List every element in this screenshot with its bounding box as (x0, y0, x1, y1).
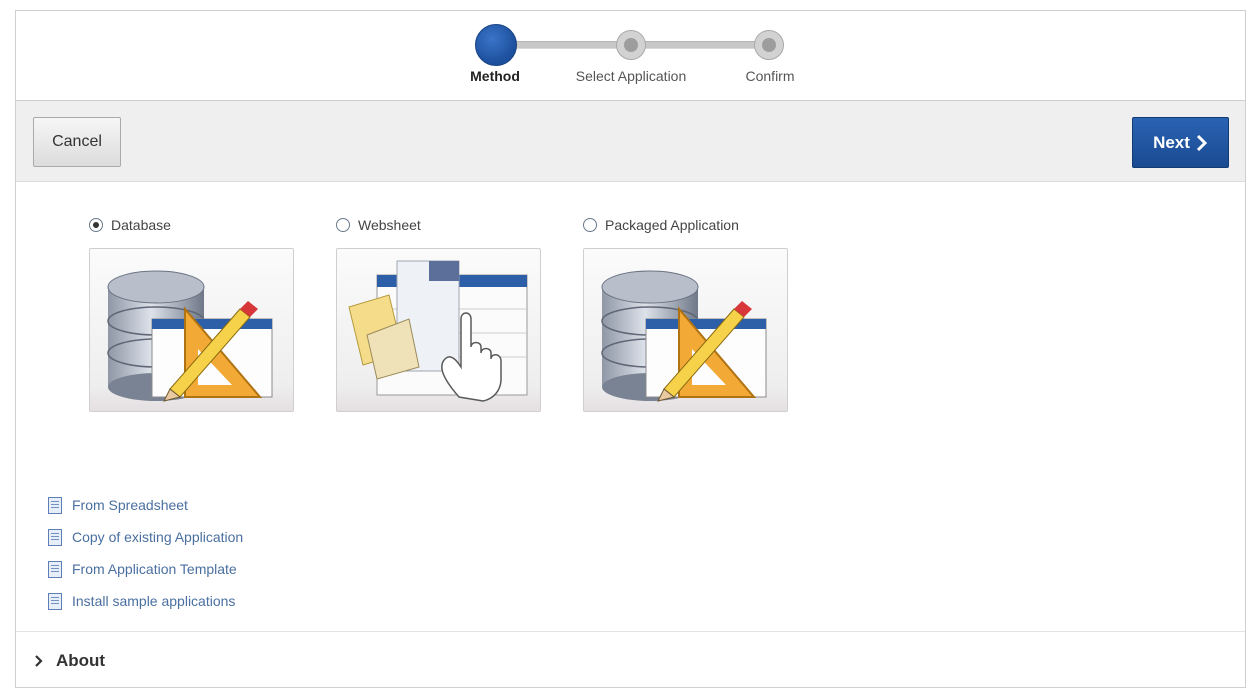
link-copy-existing-application[interactable]: Copy of existing Application (48, 521, 243, 553)
websheet-icon (348, 260, 528, 402)
websheet-radio[interactable] (336, 218, 350, 232)
chevron-right-icon (1196, 134, 1208, 151)
option-packaged-application-label-row[interactable]: Packaged Application (583, 216, 788, 234)
document-icon (48, 496, 62, 514)
option-websheet-label: Websheet (358, 217, 421, 233)
step-method-label: Method (470, 68, 520, 84)
database-icon (107, 270, 273, 402)
cancel-button-label: Cancel (52, 133, 102, 150)
next-button[interactable]: Next (1132, 117, 1229, 168)
additional-methods-list: From Spreadsheet Copy of existing Applic… (48, 489, 243, 617)
option-database-label-row[interactable]: Database (89, 216, 294, 234)
step-confirm-marker (754, 30, 784, 60)
option-packaged-application-label: Packaged Application (605, 217, 739, 233)
document-icon (48, 592, 62, 610)
cancel-button[interactable]: Cancel (33, 117, 121, 167)
wizard-frame: Method Select Application Confirm Cancel… (15, 10, 1246, 688)
websheet-card[interactable] (336, 248, 541, 412)
about-section-toggle[interactable]: About (16, 631, 1245, 689)
link-from-application-template-text: From Application Template (72, 561, 237, 577)
database-card[interactable] (89, 248, 294, 412)
step-select-application-marker (616, 30, 646, 60)
option-websheet-label-row[interactable]: Websheet (336, 216, 541, 234)
option-database: Database (89, 216, 294, 412)
wizard-progress: Method Select Application Confirm (16, 11, 1245, 101)
document-icon (48, 560, 62, 578)
option-websheet: Websheet (336, 216, 541, 412)
link-from-spreadsheet-text: From Spreadsheet (72, 497, 188, 513)
document-icon (48, 528, 62, 546)
database-radio[interactable] (89, 218, 103, 232)
chevron-right-icon (35, 654, 43, 667)
link-copy-existing-application-text: Copy of existing Application (72, 529, 244, 545)
packaged-application-radio[interactable] (583, 218, 597, 232)
button-bar: Cancel Next (16, 100, 1245, 182)
link-install-sample-applications[interactable]: Install sample applications (48, 585, 243, 617)
about-label: About (56, 650, 106, 670)
step-select-application-label: Select Application (575, 68, 687, 84)
database-icon (601, 270, 767, 402)
packaged-application-card[interactable] (583, 248, 788, 412)
option-database-label: Database (111, 217, 171, 233)
option-packaged-application: Packaged Application (583, 216, 788, 412)
link-from-spreadsheet[interactable]: From Spreadsheet (48, 489, 243, 521)
next-button-label: Next (1153, 132, 1190, 152)
link-from-application-template[interactable]: From Application Template (48, 553, 243, 585)
step-method-marker (475, 24, 517, 66)
link-install-sample-applications-text: Install sample applications (72, 593, 236, 609)
step-confirm-label: Confirm (745, 68, 795, 84)
